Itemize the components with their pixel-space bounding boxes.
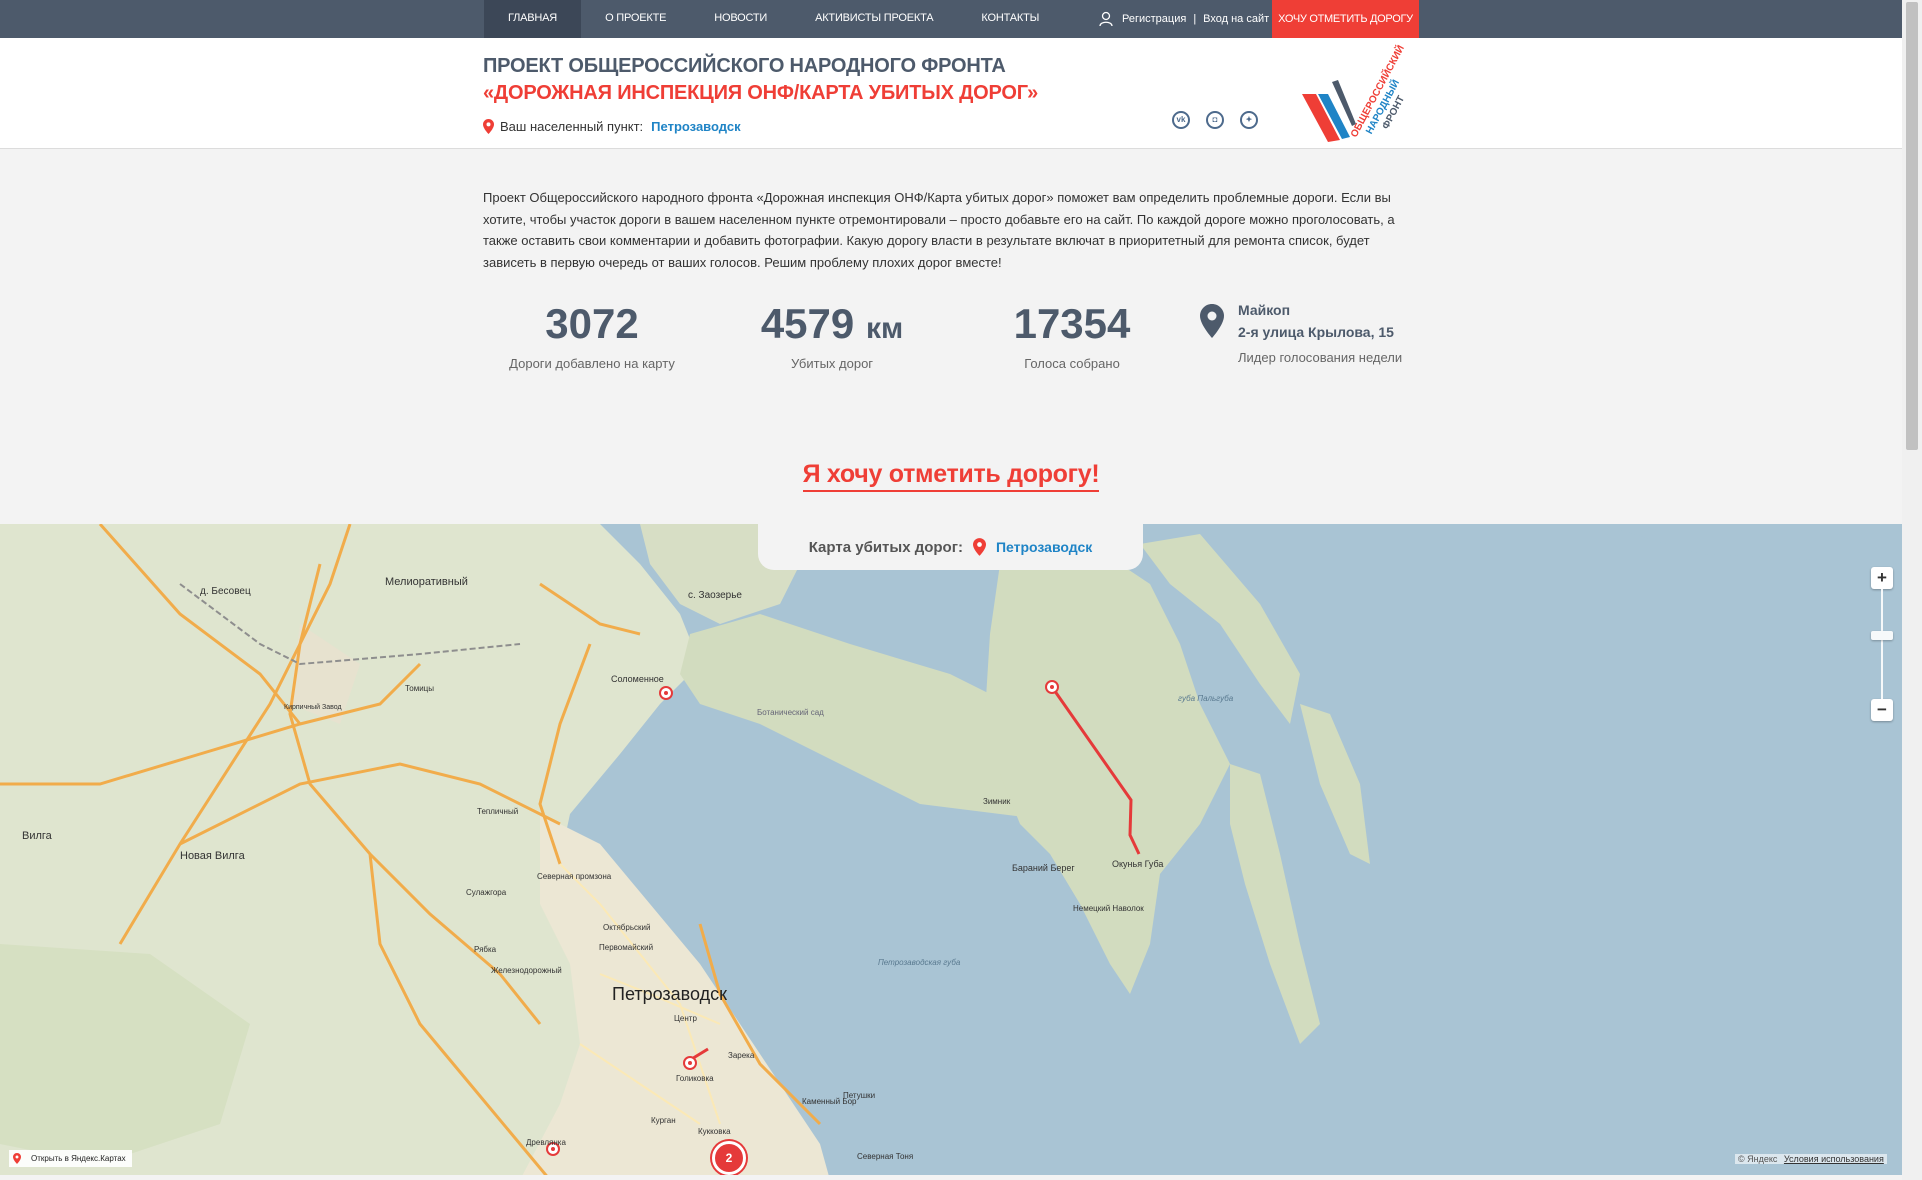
instagram-icon[interactable]: ◘ (1206, 111, 1224, 129)
weekly-leader[interactable]: Майкоп 2-я улица Крылова, 15 Лидер голос… (1200, 302, 1402, 365)
main-nav: Главная О проекте Новости Активисты прое… (484, 0, 1063, 38)
auth-links: Регистрация | Вход на сайт (1098, 0, 1269, 38)
location-label: Ваш населенный пункт: (500, 119, 644, 134)
stat-roads: 3072 Дороги добавлено на карту (492, 300, 692, 371)
site-header: Проект Общероссийского народного фронта … (0, 38, 1902, 149)
map-label-kirpichny: Кирпичный Завод (284, 704, 342, 711)
map-label-kurgan: Курган (651, 1116, 676, 1125)
map-label-petrozavodskaya-guba: Петрозаводская губа (878, 958, 961, 967)
mark-road-link[interactable]: Я хочу отметить дорогу! (802, 460, 1100, 492)
user-icon (1099, 11, 1113, 27)
map-label-oktyabrsky: Октябрьский (603, 923, 651, 932)
scrollbar-thumb[interactable] (1906, 2, 1918, 450)
yandex-pin-icon (13, 1153, 21, 1164)
map-label-solomennoe: Соломенное (611, 674, 664, 684)
stat-votes: 17354 Голоса собрано (972, 300, 1172, 371)
map-city-link[interactable]: Петрозаводск (996, 539, 1092, 555)
stat-votes-value: 17354 (1013, 300, 1131, 347)
location-selector: Ваш населенный пункт: Петрозаводск (483, 119, 741, 134)
nav-contacts[interactable]: Контакты (957, 0, 1063, 38)
map-label-severnaya-tonya: Северная Тоня (857, 1152, 914, 1161)
map-label-vilga: Вилга (22, 830, 52, 842)
map-label-drevlyanka: Древлянка (526, 1138, 566, 1147)
zoom-slider[interactable] (1871, 589, 1893, 699)
map-base (0, 524, 1902, 1175)
top-nav-bar: Главная О проекте Новости Активисты прое… (0, 0, 1902, 38)
mark-road-top-button[interactable]: Хочу отметить дорогу (1272, 0, 1419, 38)
project-description: Проект Общероссийского народного фронта … (483, 190, 1395, 270)
onf-logo: ОБЩЕРОССИЙСКИЙ НАРОДНЫЙ ФРОНТ (1302, 43, 1407, 142)
login-link[interactable]: Вход на сайт (1203, 13, 1269, 25)
register-link[interactable]: Регистрация (1122, 13, 1186, 25)
map-label-sulazhgora: Сулажгора (466, 888, 507, 897)
location-pin-icon (483, 119, 494, 134)
stat-km-value: 4579 (760, 300, 855, 347)
map-title-tab: Карта убитых дорог: Петрозаводск (758, 524, 1143, 570)
road-map[interactable]: 2 Петрозаводск Мелиоративный д. Бесовец … (0, 524, 1902, 1175)
leader-address: 2-я улица Крылова, 15 (1238, 324, 1394, 340)
map-label-barany-bereg: Бараний Берег (1012, 863, 1075, 873)
stat-km: 4579 км Убитых дорог (732, 300, 932, 371)
project-title-line2: «Дорожная инспекция ОНФ/Карта убитых дор… (483, 82, 1039, 104)
map-label-zheleznodorozhny: Железнодорожный (491, 966, 562, 975)
map-label-city: Петрозаводск (612, 984, 728, 1004)
map-cluster-marker[interactable]: 2 (712, 1141, 746, 1175)
map-label-pervomaysky: Первомайский (599, 943, 654, 952)
map-label-kukkovka: Кукковка (698, 1127, 731, 1136)
leader-label: Лидер голосования недели (1238, 350, 1403, 365)
map-copyright: © Яндекс Условия использования (1735, 1154, 1887, 1164)
map-label-novaya-vilga: Новая Вилга (180, 850, 245, 862)
map-label-besovets: д. Бесовец (200, 586, 251, 597)
auth-separator: | (1193, 13, 1197, 25)
leader-pin-icon (1200, 304, 1224, 338)
social-links: vk ◘ ✦ (1172, 111, 1274, 129)
map-label-okunya: Окунья Губа (1112, 859, 1164, 869)
stat-votes-label: Голоса собрано (1024, 356, 1120, 371)
leader-city: Майкоп (1238, 302, 1291, 318)
map-title-label: Карта убитых дорог: (808, 538, 963, 556)
zoom-out-button[interactable]: − (1871, 699, 1893, 721)
map-label-ryabka: Рябка (474, 945, 497, 954)
twitter-icon[interactable]: ✦ (1240, 111, 1258, 129)
page-scrollbar[interactable] (1902, 0, 1922, 1180)
nav-home[interactable]: Главная (484, 0, 582, 38)
zoom-in-button[interactable]: + (1871, 567, 1893, 589)
map-label-tsentr: Центр (674, 1014, 697, 1023)
nav-activists[interactable]: Активисты проекта (791, 0, 957, 38)
copyright-text: © Яндекс (1738, 1154, 1778, 1164)
map-label-guba-palguba: губа Пальгуба (1178, 694, 1234, 703)
vk-icon[interactable]: vk (1172, 111, 1190, 129)
zoom-control: + − (1871, 567, 1893, 721)
nav-about[interactable]: О проекте (581, 0, 690, 38)
stat-km-label: Убитых дорог (790, 356, 874, 371)
terms-link[interactable]: Условия использования (1784, 1154, 1884, 1164)
stat-roads-label: Дороги добавлено на карту (509, 356, 675, 371)
map-label-zimnik: Зимник (983, 797, 1011, 806)
map-label-petushi: Петушки (843, 1091, 876, 1100)
location-city-link[interactable]: Петрозаводск (651, 119, 740, 134)
zoom-slider-handle[interactable] (1871, 631, 1893, 640)
map-label-melio: Мелиоративный (385, 576, 468, 588)
stat-km-unit: км (865, 312, 904, 345)
map-label-teplichny: Тепличный (477, 807, 519, 816)
project-title-line1: Проект Общероссийского народного фронта (483, 55, 1006, 77)
map-label-golikovka: Голиковка (676, 1074, 714, 1083)
open-in-yandex-button[interactable]: Открыть в Яндекс.Картах (9, 1150, 132, 1167)
map-label-severnaya-promzona: Северная промзона (537, 872, 612, 881)
map-label-zareka: Зарека (728, 1051, 755, 1060)
mark-road-cta: Я хочу отметить дорогу! (0, 460, 1902, 492)
nav-news[interactable]: Новости (690, 0, 791, 38)
open-in-yandex-label: Открыть в Яндекс.Картах (31, 1154, 126, 1163)
map-label-zaozerie: с. Заозерье (688, 590, 742, 601)
map-pin-icon (972, 538, 986, 556)
map-label-nemeckiy: Немецкий Наволок (1073, 904, 1144, 913)
map-label-tomitsy: Томицы (405, 684, 435, 693)
stat-roads-value: 3072 (545, 300, 639, 347)
map-label-botanicheskiy: Ботанический сад (757, 708, 824, 717)
